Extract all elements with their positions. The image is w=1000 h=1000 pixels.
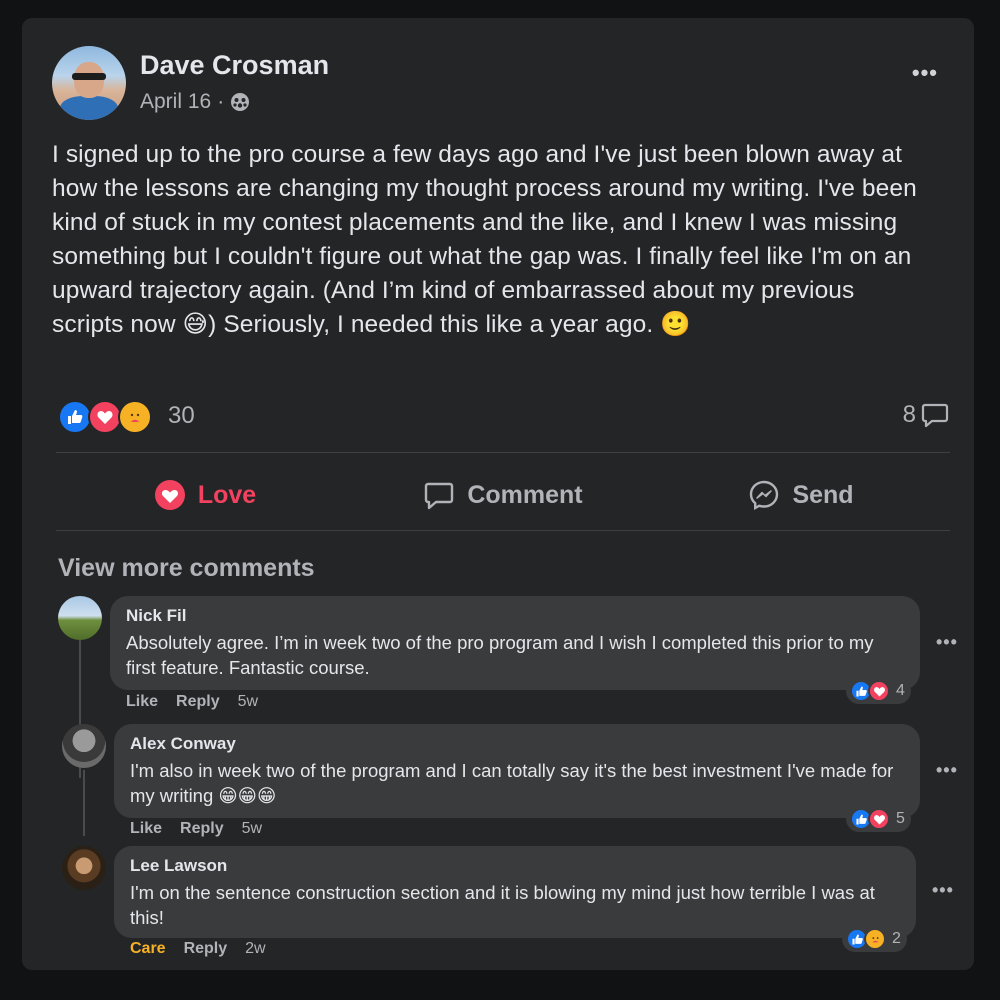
comment-reaction-count: 4 [896, 682, 905, 699]
like-link[interactable]: Like [126, 693, 158, 711]
reply-link[interactable]: Reply [176, 693, 220, 711]
reactions-summary[interactable]: 30 8 [58, 398, 950, 438]
comment-reaction-count: 2 [892, 930, 901, 947]
comment-actions: Like Reply 5w [130, 820, 262, 838]
post-date[interactable]: April 16 [140, 90, 211, 114]
commenter-name[interactable]: Alex Conway [130, 734, 236, 754]
comment-bubble-icon [921, 403, 949, 428]
commenter-name[interactable]: Lee Lawson [130, 856, 227, 876]
post-header: Dave Crosman April 16 · ••• [52, 46, 952, 126]
love-label: Love [197, 480, 257, 509]
divider [56, 452, 950, 453]
post-more-icon[interactable]: ••• [912, 60, 938, 86]
comment-time[interactable]: 5w [238, 693, 258, 711]
comment-actions: Like Reply 5w [126, 693, 258, 711]
love-reaction-icon [88, 400, 122, 434]
comment-text: I'm on the sentence construction section… [130, 882, 875, 928]
reply-link[interactable]: Reply [184, 940, 228, 958]
meta-separator: · [217, 90, 225, 113]
avatar[interactable] [62, 846, 106, 890]
like-link[interactable]: Like [130, 820, 162, 838]
thread-line [83, 770, 85, 836]
view-more-comments-link[interactable]: View more comments [58, 554, 315, 583]
like-reaction-icon [58, 400, 92, 434]
comment-actions: Care Reply 2w [130, 940, 266, 958]
care-reaction-icon [118, 400, 152, 434]
post-meta: April 16 · [140, 90, 250, 114]
comment-time[interactable]: 2w [245, 940, 265, 958]
love-button[interactable]: Love [56, 462, 354, 528]
care-reaction-icon [864, 928, 886, 950]
love-reaction-icon [868, 680, 890, 702]
comment-bubble: Nick Fil Absolutely agree. I’m in week t… [110, 596, 920, 690]
comment-text: Absolutely agree. I’m in week two of the… [126, 632, 874, 678]
avatar[interactable] [62, 724, 106, 768]
send-button[interactable]: Send [652, 462, 950, 528]
avatar[interactable] [58, 596, 102, 640]
send-label: Send [792, 480, 854, 509]
comment-count[interactable]: 8 [903, 400, 950, 430]
comment-more-icon[interactable]: ••• [932, 880, 954, 901]
commenter-name[interactable]: Nick Fil [126, 606, 186, 626]
comment-button[interactable]: Comment [354, 462, 652, 528]
author-name[interactable]: Dave Crosman [140, 50, 329, 81]
love-reaction-icon [868, 808, 890, 830]
reply-link[interactable]: Reply [180, 820, 224, 838]
comment-label: Comment [467, 480, 583, 509]
comment-icon [425, 482, 454, 510]
comment-more-icon[interactable]: ••• [936, 632, 958, 653]
comment-count-value: 8 [902, 401, 916, 428]
comment-bubble: Alex Conway I'm also in week two of the … [114, 724, 920, 818]
divider [56, 530, 950, 531]
comment-reactions[interactable]: 5 [846, 806, 911, 832]
comment-reactions[interactable]: 2 [842, 926, 907, 952]
comment-more-icon[interactable]: ••• [936, 760, 958, 781]
post-actions: Love Comment Send [56, 462, 950, 528]
comment-text: I'm also in week two of the program and … [130, 760, 894, 806]
post-text: I signed up to the pro course a few days… [52, 141, 917, 338]
friends-icon [231, 93, 250, 111]
care-link[interactable]: Care [130, 940, 166, 958]
reaction-count: 30 [168, 402, 195, 429]
messenger-icon [750, 480, 779, 511]
comment-reaction-count: 5 [896, 810, 905, 827]
heart-icon [154, 480, 185, 510]
comment-reactions[interactable]: 4 [846, 678, 911, 704]
comment-bubble: Lee Lawson I'm on the sentence construct… [114, 846, 916, 938]
comment-time[interactable]: 5w [242, 820, 262, 838]
post-card: Dave Crosman April 16 · ••• I signed up … [22, 18, 974, 970]
author-avatar[interactable] [52, 46, 126, 120]
